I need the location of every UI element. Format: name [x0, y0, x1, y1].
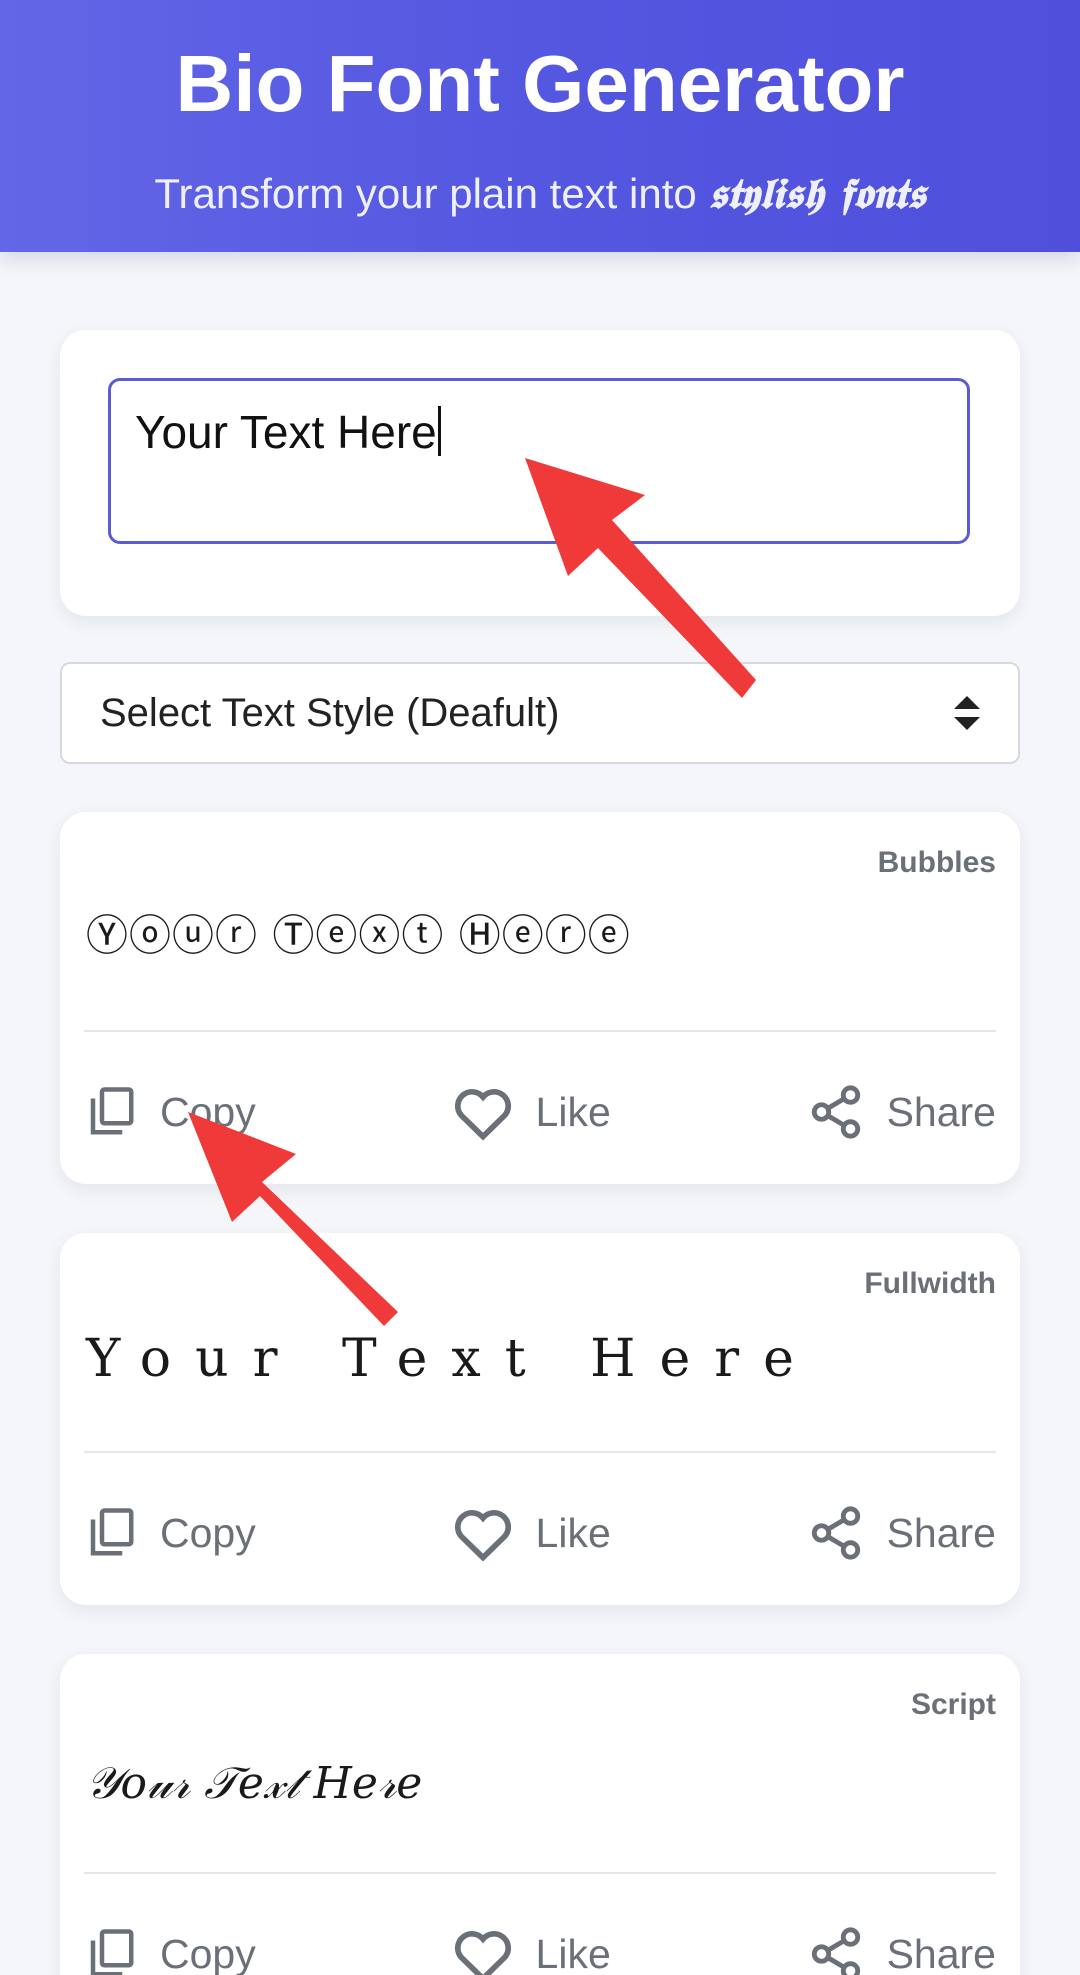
text-caret [437, 406, 441, 456]
copy-label: Copy [160, 1088, 256, 1135]
text-style-select[interactable]: Select Text Style (Deafult) [60, 662, 1020, 764]
select-updown-icon [954, 696, 980, 730]
page-subtitle: Transform your plain text into 𝖘𝖙𝖞𝖑𝖎𝖘𝖍 𝖋… [0, 168, 1080, 220]
font-style-name: Bubbles [877, 846, 996, 879]
like-label: Like [535, 1930, 611, 1975]
heart-icon [454, 1510, 511, 1562]
copy-icon [90, 1087, 134, 1135]
subtitle-styled-text: 𝖘𝖙𝖞𝖑𝖎𝖘𝖍 𝖋𝖔𝖓𝖙𝖘 [708, 169, 926, 218]
share-label: Share [886, 1088, 996, 1135]
font-card-fullwidth: Fullwidth Your Text Here Copy Like Share [60, 1233, 1020, 1605]
page-title: Bio Font Generator [175, 39, 905, 128]
copy-label: Copy [160, 1930, 256, 1975]
font-preview-text: Ⓨⓞⓤⓡ Ⓣⓔⓧⓣ Ⓗⓔⓡⓔ [86, 911, 631, 960]
share-icon [811, 1506, 860, 1560]
text-input-field[interactable]: Your Text Here [108, 378, 970, 544]
font-style-name: Script [910, 1688, 996, 1721]
share-label: Share [886, 1509, 996, 1556]
share-label: Share [886, 1930, 996, 1975]
share-icon [811, 1085, 860, 1139]
card-actions: Copy Like Share [84, 1493, 996, 1573]
font-card-script: Script 𝒴𝑜𝓊𝓇 𝒯𝑒𝓍𝓉 𝐻𝑒𝓇𝑒 Copy Like Share [60, 1654, 1020, 1975]
copy-button[interactable]: Copy [84, 1082, 256, 1142]
like-label: Like [535, 1088, 611, 1135]
card-divider [84, 1872, 996, 1874]
page: Bio Font Generator Transform your plain … [0, 0, 1080, 1975]
card-actions: Copy Like Share [84, 1914, 996, 1975]
font-style-name: Fullwidth [864, 1267, 996, 1300]
font-card-bubbles: Bubbles Ⓨⓞⓤⓡ Ⓣⓔⓧⓣ Ⓗⓔⓡⓔ Copy Like Share [60, 812, 1020, 1184]
like-label: Like [535, 1509, 611, 1556]
subtitle-plain-text: Transform your plain text into [154, 170, 697, 217]
copy-icon [90, 1508, 134, 1556]
copy-button[interactable]: Copy [84, 1924, 256, 1975]
share-button[interactable]: Share [807, 1082, 996, 1142]
copy-icon [90, 1929, 134, 1975]
app-header: Bio Font Generator Transform your plain … [0, 0, 1080, 252]
like-button[interactable]: Like [452, 1083, 611, 1141]
font-preview-text: Your Text Here [86, 1329, 818, 1389]
share-icon [811, 1927, 860, 1975]
card-actions: Copy Like Share [84, 1072, 996, 1152]
share-button[interactable]: Share [807, 1924, 996, 1975]
copy-button[interactable]: Copy [84, 1503, 256, 1563]
like-button[interactable]: Like [452, 1925, 611, 1975]
like-button[interactable]: Like [452, 1504, 611, 1562]
card-divider [84, 1030, 996, 1032]
copy-label: Copy [160, 1509, 256, 1556]
text-style-select-value: Select Text Style (Deafult) [100, 690, 560, 735]
font-preview-text: 𝒴𝑜𝓊𝓇 𝒯𝑒𝓍𝓉 𝐻𝑒𝓇𝑒 [86, 1758, 423, 1809]
heart-icon [454, 1931, 511, 1975]
share-button[interactable]: Share [807, 1503, 996, 1563]
card-divider [84, 1451, 996, 1453]
heart-icon [454, 1089, 511, 1141]
text-input-value: Your Text Here [135, 406, 437, 458]
text-input-card: Your Text Here [60, 330, 1020, 616]
